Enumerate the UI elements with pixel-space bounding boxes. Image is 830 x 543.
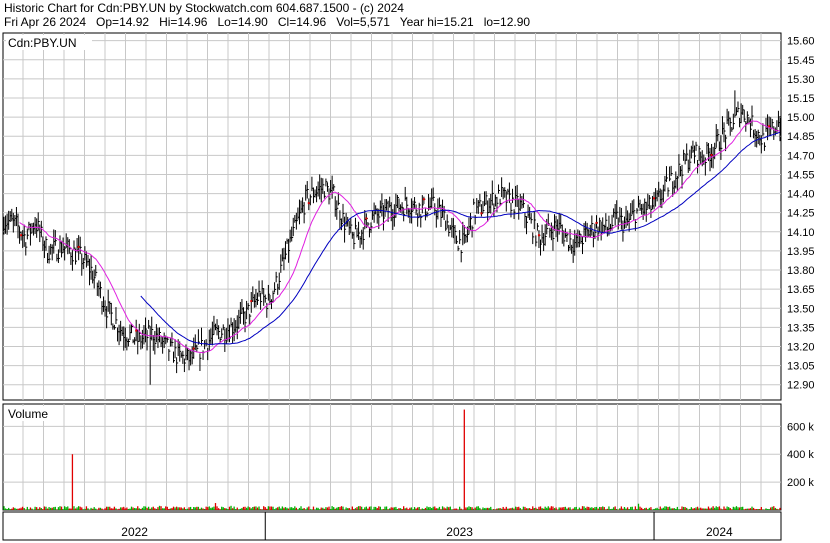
price-tick-label: 13.95	[787, 246, 815, 258]
year-label: 2023	[446, 525, 473, 539]
price-tick-label: 14.25	[787, 208, 815, 220]
price-tick-label: 14.55	[787, 169, 815, 181]
price-tick-label: 13.05	[787, 361, 815, 373]
price-tick-label: 15.00	[787, 112, 815, 124]
price-red-marker	[422, 198, 425, 201]
price-tick-label: 15.60	[787, 36, 815, 48]
price-red-marker	[365, 217, 368, 220]
time-axis-panel	[2, 511, 782, 541]
price-tick-label: 14.85	[787, 131, 815, 143]
volume-label: Volume	[8, 407, 48, 421]
year-label: 2022	[121, 525, 148, 539]
volume-tick-label: 600 k	[787, 421, 814, 433]
price-red-marker	[135, 329, 138, 332]
price-red-marker	[77, 245, 80, 248]
price-red-marker	[307, 202, 310, 205]
price-red-marker	[537, 234, 540, 237]
price-tick-label: 15.15	[787, 93, 815, 105]
price-tick-label: 13.80	[787, 265, 815, 277]
volume-tick-label: 200 k	[787, 477, 814, 489]
price-red-marker	[192, 347, 195, 350]
price-red-marker	[250, 300, 253, 303]
symbol-label: Cdn:PBY.UN	[8, 36, 76, 50]
stock-chart: 15.60 15.45 15.30 15.15 15.00 14.85 14.70 14.55…	[2, 32, 815, 541]
year-label: 2024	[706, 525, 733, 539]
price-tick-label: 12.90	[787, 380, 815, 392]
price-tick-label: 13.65	[787, 284, 815, 296]
price-tick-label: 14.70	[787, 150, 815, 162]
price-tick-label: 14.40	[787, 189, 815, 201]
price-red-marker	[20, 234, 23, 237]
price-tick-label: 15.30	[787, 74, 815, 86]
price-tick-label: 13.35	[787, 322, 815, 334]
price-tick-label: 13.50	[787, 303, 815, 315]
price-tick-label: 14.10	[787, 227, 815, 239]
price-red-marker	[480, 212, 483, 215]
price-red-marker	[595, 221, 598, 224]
price-tick-label: 15.45	[787, 55, 815, 67]
volume-tick-label: 400 k	[787, 449, 814, 461]
price-red-marker	[653, 197, 656, 200]
price-red-marker	[710, 153, 713, 156]
price-tick-label: 13.20	[787, 341, 815, 353]
